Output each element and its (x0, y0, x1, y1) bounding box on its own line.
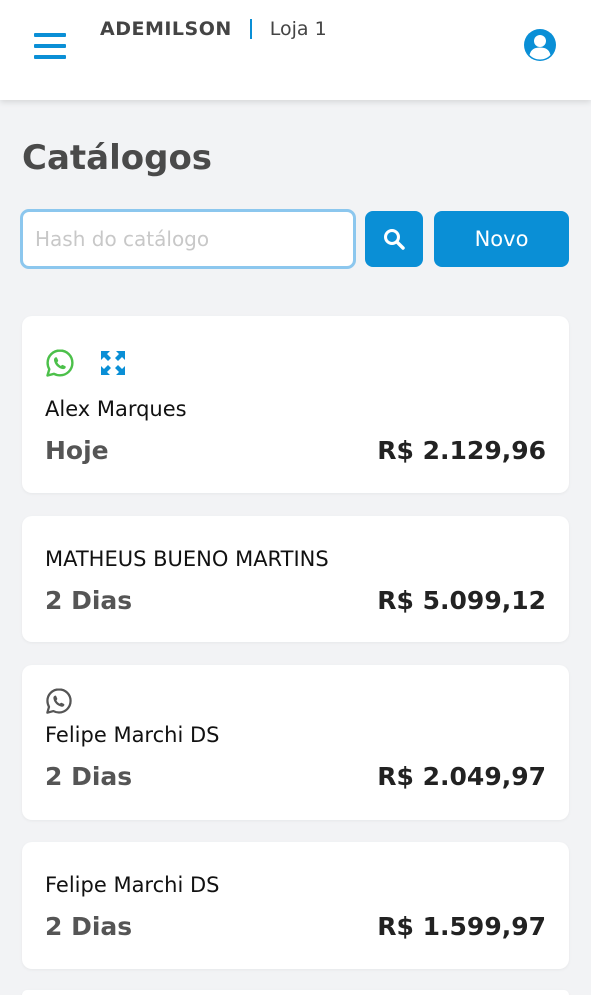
app-header: ADEMILSON Loja 1 (0, 0, 591, 100)
card-actions (45, 687, 73, 715)
hamburger-menu-icon-bar (34, 44, 66, 48)
store-name: Loja 1 (269, 18, 327, 40)
customer-name: Alex Marques (45, 397, 187, 421)
card-actions (45, 348, 127, 378)
catalog-total: R$ 2.049,97 (377, 762, 546, 791)
company-name: ADEMILSON (100, 18, 232, 40)
catalog-age: 2 Dias (45, 912, 133, 941)
whatsapp-icon[interactable] (45, 348, 75, 378)
catalog-age: 2 Dias (45, 586, 133, 615)
catalog-total: R$ 1.599,97 (377, 912, 546, 941)
catalog-age: 2 Dias (45, 762, 133, 791)
catalog-age: Hoje (45, 436, 109, 465)
customer-name: MATHEUS BUENO MARTINS (45, 547, 329, 571)
user-circle-icon[interactable] (523, 28, 557, 62)
customer-name: Felipe Marchi DS (45, 723, 220, 747)
catalog-card[interactable] (22, 990, 569, 995)
hamburger-menu-icon-bar (34, 55, 66, 59)
catalog-card[interactable]: Felipe Marchi DS 2 Dias R$ 1.599,97 (22, 842, 569, 969)
catalog-card[interactable]: MATHEUS BUENO MARTINS 2 Dias R$ 5.099,12 (22, 516, 569, 642)
whatsapp-icon[interactable] (45, 687, 73, 715)
catalog-hash-search-input[interactable] (20, 209, 356, 269)
catalog-card[interactable]: Felipe Marchi DS 2 Dias R$ 2.049,97 (22, 665, 569, 820)
hamburger-menu-button[interactable] (32, 30, 68, 62)
header-brand: ADEMILSON Loja 1 (100, 18, 327, 40)
catalog-total: R$ 2.129,96 (377, 436, 546, 465)
expand-icon[interactable] (99, 349, 127, 377)
customer-name: Felipe Marchi DS (45, 873, 220, 897)
new-catalog-button[interactable]: Novo (434, 211, 569, 267)
catalog-card[interactable]: Alex Marques Hoje R$ 2.129,96 (22, 316, 569, 493)
brand-divider (249, 19, 252, 39)
catalog-total: R$ 5.099,12 (377, 586, 546, 615)
hamburger-menu-icon (34, 33, 66, 37)
search-icon (384, 229, 405, 250)
search-button[interactable] (365, 211, 423, 267)
page-title: Catálogos (22, 138, 213, 178)
